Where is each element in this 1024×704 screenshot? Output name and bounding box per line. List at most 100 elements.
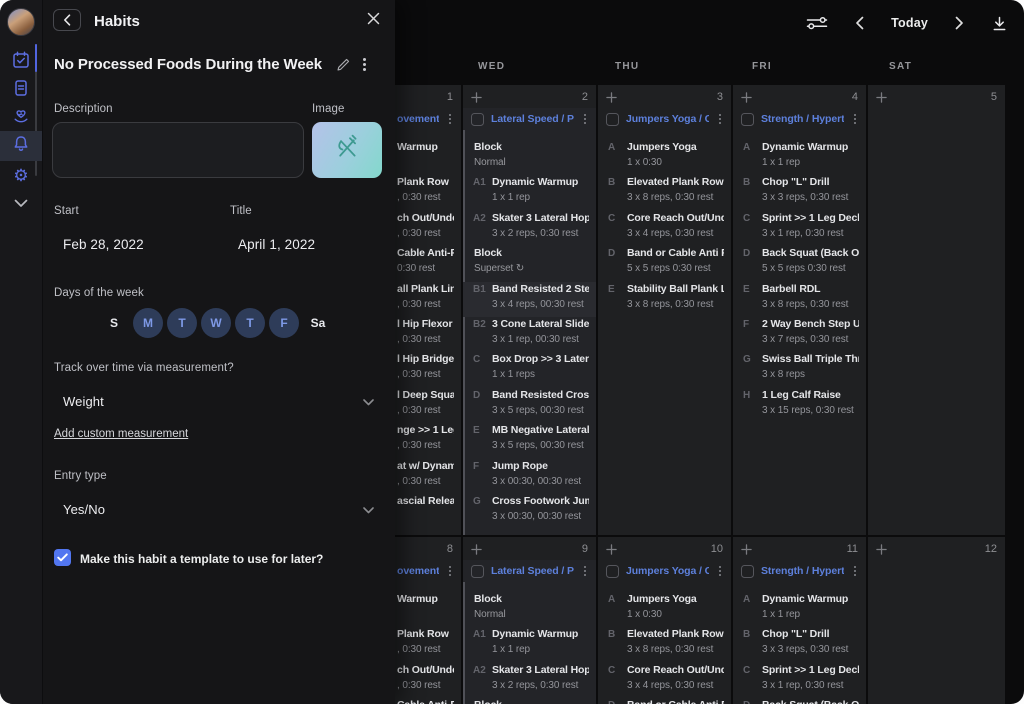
workout-menu-kebab-icon[interactable] (716, 112, 724, 126)
workout-title[interactable]: Jumpers Yoga / Core (626, 113, 709, 125)
close-icon[interactable] (367, 12, 380, 25)
exercise-row[interactable]: DBack Squat (Back Off Set)5 x 5 reps 0:3… (733, 246, 866, 281)
exercise-row[interactable]: FJump Rope3 x 00:30, 00:30 rest (463, 459, 596, 494)
workout-title[interactable]: ovement Q... (397, 113, 439, 125)
back-button[interactable] (53, 9, 81, 31)
exercise-row[interactable]: EMB Negative Lateral Hop...3 x 5 reps, 0… (463, 423, 596, 458)
exercise-row[interactable]: EStability Ball Plank Linear ...3 x 8 re… (598, 282, 731, 317)
exercise-row[interactable]: BChop "L" Drill3 x 3 reps, 0:30 rest (733, 627, 866, 662)
prev-week-chevron-icon[interactable] (855, 16, 864, 30)
workout-title[interactable]: Strength / Hypertro... (761, 113, 844, 125)
workout-menu-kebab-icon[interactable] (581, 564, 589, 578)
workout-title[interactable]: Lateral Speed / Plyo (491, 113, 574, 125)
exercise-row[interactable]: GCross Footwork Jump Rope3 x 00:30, 00:3… (463, 494, 596, 529)
exercise-row[interactable]: DBand or Cable Anti Rotati...5 x 5 reps … (598, 698, 731, 704)
exercise-row[interactable]: DBand Resisted Crossover...3 x 5 reps, 0… (463, 388, 596, 423)
exercise-row[interactable]: at w/ Dynamic P..., 0:30 rest (395, 459, 461, 494)
exercise-row[interactable]: F2 Way Bench Step Up3 x 7 reps, 0:30 res… (733, 317, 866, 352)
exercise-row[interactable]: BChop "L" Drill3 x 3 reps, 0:30 rest (733, 175, 866, 210)
exercise-row[interactable]: A1Dynamic Warmup1 x 1 rep (463, 627, 596, 662)
day-toggle-t[interactable]: T (235, 308, 265, 338)
workout-card[interactable]: Lateral Speed / PlyoBlockNormalA1Dynamic… (463, 560, 596, 704)
exercise-row[interactable]: Warmup (395, 592, 461, 627)
workout-title[interactable]: ovement Q... (397, 565, 439, 577)
add-workout-button[interactable] (741, 544, 752, 555)
exercise-row[interactable]: l Deep Squat Mo..., 0:30 rest (395, 388, 461, 423)
workout-menu-kebab-icon[interactable] (851, 112, 859, 126)
exercise-row[interactable]: nge >> 1 Leg St..., 0:30 rest (395, 423, 461, 458)
template-checkbox[interactable] (54, 549, 71, 566)
sidebar-item-notes[interactable] (0, 76, 42, 104)
sidebar-item-health[interactable] (0, 104, 42, 132)
exercise-row[interactable]: A2Skater 3 Lateral Hops >> ...3 x 2 reps… (463, 663, 596, 698)
workout-title[interactable]: Lateral Speed / Plyo (491, 565, 574, 577)
exercise-row[interactable]: A1Dynamic Warmup1 x 1 rep (463, 175, 596, 210)
download-icon[interactable] (991, 15, 1008, 32)
add-workout-button[interactable] (876, 92, 887, 103)
exercise-row[interactable]: BElevated Plank Row3 x 8 reps, 0:30 rest (598, 627, 731, 662)
next-week-chevron-icon[interactable] (955, 16, 964, 30)
entry-type-select[interactable]: Yes/No (63, 502, 105, 517)
exercise-row[interactable]: Cable Anti-Rotati...0:30 rest (395, 246, 461, 281)
exercise-row[interactable]: AJumpers Yoga1 x 0:30 (598, 140, 731, 175)
workout-title[interactable]: Jumpers Yoga / Core (626, 565, 709, 577)
sidebar-more-chevron-down-icon[interactable] (0, 189, 42, 217)
add-workout-button[interactable] (741, 92, 752, 103)
sidebar-item-settings[interactable]: ⚙ (0, 161, 42, 189)
workout-card[interactable]: Strength / Hypertro... ADynamic Warmup1 x… (733, 108, 866, 431)
habit-menu-kebab-icon[interactable] (360, 56, 369, 72)
workout-title[interactable]: Strength / Hypertro... (761, 565, 844, 577)
exercise-row[interactable]: CCore Reach Out/Under3 x 4 reps, 0:30 re… (598, 663, 731, 698)
measurement-select[interactable]: Weight (63, 394, 104, 409)
workout-card[interactable]: Jumpers Yoga / Core AJumpers Yoga1 x 0:30… (598, 560, 731, 704)
workout-card[interactable]: Lateral Speed / PlyoBlockNormalA1Dynamic… (463, 108, 596, 535)
workout-checkbox[interactable] (606, 565, 619, 578)
exercise-row[interactable]: Plank Row, 0:30 rest (395, 627, 461, 662)
add-custom-measurement-link[interactable]: Add custom measurement (54, 428, 188, 440)
add-workout-button[interactable] (471, 92, 482, 103)
workout-menu-kebab-icon[interactable] (446, 112, 454, 126)
day-toggle-s[interactable]: S (99, 308, 129, 338)
exercise-row[interactable]: ADynamic Warmup1 x 1 rep (733, 592, 866, 627)
sidebar-item-notifications[interactable] (0, 131, 42, 161)
measurement-chevron-down-icon[interactable] (363, 399, 374, 406)
entry-type-chevron-down-icon[interactable] (363, 507, 374, 514)
workout-menu-kebab-icon[interactable] (851, 564, 859, 578)
description-input[interactable] (52, 122, 304, 178)
workout-menu-kebab-icon[interactable] (716, 564, 724, 578)
exercise-row[interactable]: H1 Leg Calf Raise3 x 15 reps, 0:30 rest (733, 388, 866, 423)
exercise-row[interactable]: CSprint >> 1 Leg Declarations3 x 1 rep, … (733, 211, 866, 246)
exercise-row[interactable]: CSprint >> 1 Leg Declarations3 x 1 rep, … (733, 663, 866, 698)
day-toggle-sa[interactable]: Sa (303, 308, 333, 338)
day-toggle-t[interactable]: T (167, 308, 197, 338)
workout-card[interactable]: Jumpers Yoga / Core AJumpers Yoga1 x 0:30… (598, 108, 731, 325)
exercise-row[interactable]: ch Out/Under, 0:30 rest (395, 211, 461, 246)
add-workout-button[interactable] (471, 544, 482, 555)
exercise-row[interactable]: CBox Drop >> 3 Lateral H...1 x 1 reps (463, 352, 596, 387)
workout-checkbox[interactable] (471, 113, 484, 126)
day-toggle-w[interactable]: W (201, 308, 231, 338)
exercise-row[interactable]: all Plank Linear ..., 0:30 rest (395, 282, 461, 317)
exercise-row[interactable]: CCore Reach Out/Under3 x 4 reps, 0:30 re… (598, 211, 731, 246)
end-date-value[interactable]: April 1, 2022 (238, 237, 315, 252)
habit-image-thumbnail[interactable] (312, 122, 382, 178)
exercise-row[interactable]: AJumpers Yoga1 x 0:30 (598, 592, 731, 627)
workout-menu-kebab-icon[interactable] (581, 112, 589, 126)
workout-checkbox[interactable] (741, 113, 754, 126)
exercise-row[interactable]: Warmup (395, 140, 461, 175)
exercise-row[interactable]: B1Band Resisted 2 Step Late...3 x 4 reps… (463, 282, 596, 317)
exercise-row[interactable]: B23 Cone Lateral Slide3 x 1 rep, 00:30 r… (463, 317, 596, 352)
exercise-row[interactable]: GSwiss Ball Triple Threat3 x 8 reps (733, 352, 866, 387)
add-workout-button[interactable] (606, 92, 617, 103)
add-workout-button[interactable] (606, 544, 617, 555)
exercise-row[interactable]: BElevated Plank Row3 x 8 reps, 0:30 rest (598, 175, 731, 210)
edit-pencil-icon[interactable] (336, 57, 351, 72)
start-date-value[interactable]: Feb 28, 2022 (63, 237, 144, 252)
exercise-row[interactable]: ADynamic Warmup1 x 1 rep (733, 140, 866, 175)
workout-card[interactable]: ovement Q... WarmupPlank Row, 0:30 restch… (395, 560, 461, 704)
workout-checkbox[interactable] (606, 113, 619, 126)
exercise-row[interactable]: DBack Squat (Back Off Set)5 x 5 reps 0:3… (733, 698, 866, 704)
add-workout-button[interactable] (876, 544, 887, 555)
exercise-row[interactable]: ch Out/Under, 0:30 rest (395, 663, 461, 698)
exercise-row[interactable]: l Hip Bridge w/ ..., 0:30 rest (395, 352, 461, 387)
